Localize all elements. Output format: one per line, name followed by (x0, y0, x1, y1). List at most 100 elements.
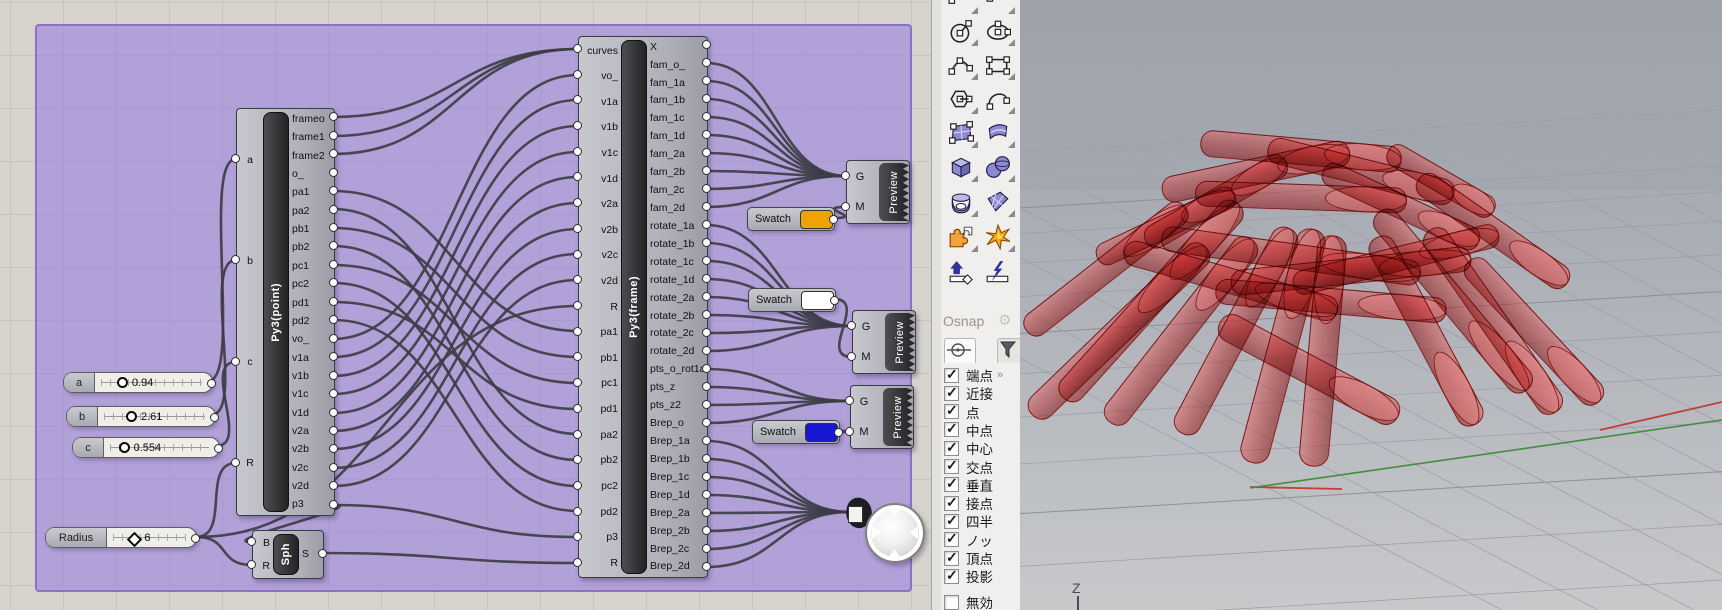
osnap-option-中心[interactable]: ✓中心 (944, 439, 993, 457)
output-port-Brep_2c[interactable] (702, 544, 711, 553)
osnap-option-ノッ[interactable]: ✓ノッ (944, 531, 993, 549)
osnap-option-頂点[interactable]: ✓頂点 (944, 549, 993, 567)
slider-rail[interactable]: 6 (107, 528, 196, 547)
output-port-rotate_2c[interactable] (702, 328, 711, 337)
output-port-rotate_2a[interactable] (702, 292, 711, 301)
wire[interactable] (196, 537, 252, 565)
wire[interactable] (333, 49, 578, 154)
preview-port-M[interactable] (845, 427, 854, 436)
flyout-arrow-icon[interactable] (971, 245, 978, 252)
checkbox[interactable]: ✓ (944, 496, 959, 511)
output-port-Brep_1c[interactable] (702, 472, 711, 481)
component-name-capsule[interactable]: Py3(frame) (621, 40, 647, 574)
checkbox[interactable]: ✓ (944, 514, 959, 529)
preview-port-M[interactable] (847, 352, 856, 361)
output-port-vo_[interactable] (329, 334, 338, 343)
wire[interactable] (706, 81, 846, 176)
wire[interactable] (208, 159, 236, 381)
flyout-arrow-icon[interactable] (1008, 141, 1015, 148)
checkbox[interactable]: ✓ (944, 404, 959, 419)
input-port-pa2[interactable] (573, 430, 582, 439)
swatch-output-port[interactable] (830, 296, 839, 305)
input-port-pa1[interactable] (573, 327, 582, 336)
osnap-option-中点[interactable]: ✓中点 (944, 421, 993, 439)
output-port-pts_z[interactable] (702, 382, 711, 391)
preview-name-capsule[interactable]: Preview (879, 163, 909, 221)
toolbar-button[interactable] (944, 222, 980, 254)
output-port-fam_2d[interactable] (702, 202, 711, 211)
knot-node[interactable] (848, 506, 863, 523)
input-port-pc2[interactable] (573, 481, 582, 490)
input-port-R[interactable] (573, 301, 582, 310)
colour-swatch-1[interactable]: Swatch (748, 288, 836, 312)
toolbar-button[interactable] (981, 118, 1017, 150)
preview-name-capsule[interactable]: Preview (885, 313, 915, 371)
output-port-v2a[interactable] (329, 426, 338, 435)
output-port-v2c[interactable] (329, 463, 338, 472)
rhino-viewport[interactable]: Z (1020, 0, 1722, 610)
input-port-curves[interactable] (573, 44, 582, 53)
checkbox[interactable]: ✓ (944, 459, 959, 474)
output-port-Brep_1b[interactable] (702, 454, 711, 463)
slider-output-port[interactable] (191, 534, 200, 543)
flyout-arrow-icon[interactable] (971, 175, 978, 182)
input-port-pd2[interactable] (573, 507, 582, 516)
flyout-arrow-icon[interactable] (971, 39, 978, 46)
component-name-capsule[interactable]: Py3(point) (263, 112, 289, 512)
output-port-pts_z2[interactable] (702, 400, 711, 409)
output-port-fam_1a[interactable] (702, 76, 711, 85)
flyout-arrow-icon[interactable] (971, 107, 978, 114)
flyout-arrow-icon[interactable] (1008, 7, 1015, 14)
preview-port-M[interactable] (841, 202, 850, 211)
flyout-arrow-icon[interactable] (1008, 73, 1015, 80)
output-port-Brep_1a[interactable] (702, 436, 711, 445)
output-port-fam_2c[interactable] (702, 184, 711, 193)
output-port-pa2[interactable] (329, 205, 338, 214)
osnap-option-四半[interactable]: ✓四半 (944, 512, 993, 530)
wire[interactable] (706, 243, 852, 326)
osnap-option-垂直[interactable]: ✓垂直 (944, 476, 993, 494)
output-port-Brep_o[interactable] (702, 418, 711, 427)
checkbox[interactable]: ✓ (944, 477, 959, 492)
checkbox[interactable] (944, 595, 959, 610)
preview-component-2[interactable]: GMPreview (850, 385, 914, 449)
output-port-v1c[interactable] (329, 389, 338, 398)
preview-port-G[interactable] (845, 396, 854, 405)
flyout-arrow-icon[interactable] (1008, 175, 1015, 182)
osnap-option-無効[interactable]: 無効 (944, 593, 993, 610)
checkbox[interactable]: ✓ (944, 569, 959, 584)
toolbar-button[interactable] (981, 50, 1017, 82)
output-port-pb1[interactable] (329, 223, 338, 232)
wire[interactable] (706, 441, 850, 512)
toolbar-button[interactable] (981, 187, 1017, 219)
toolbar-button[interactable] (944, 0, 980, 16)
toolbar-button[interactable] (944, 50, 980, 82)
flyout-arrow-icon[interactable] (971, 210, 978, 217)
flyout-arrow-icon[interactable] (1008, 210, 1015, 217)
input-port-B[interactable] (247, 537, 256, 546)
toolbar-button[interactable] (944, 187, 980, 219)
input-port-vo_[interactable] (573, 70, 582, 79)
checkbox[interactable]: ✓ (944, 422, 959, 437)
preview-component-0[interactable]: GMPreview (846, 160, 910, 224)
slider-rail[interactable]: 2.61 (98, 407, 215, 426)
flyout-arrow-icon[interactable] (1008, 39, 1015, 46)
osnap-option-接点[interactable]: ✓接点 (944, 494, 993, 512)
swatch-output-port[interactable] (834, 428, 843, 437)
wire[interactable] (706, 117, 846, 176)
output-port-pc1[interactable] (329, 260, 338, 269)
checkbox[interactable]: ✓ (944, 368, 959, 383)
osnap-option-近接[interactable]: ✓近接 (944, 384, 993, 402)
slider-knob[interactable] (126, 411, 137, 422)
input-port-v1c[interactable] (573, 147, 582, 156)
input-port-v2c[interactable] (573, 250, 582, 259)
wire[interactable] (706, 315, 852, 326)
osnap-option-点[interactable]: ✓点 (944, 403, 980, 421)
output-port-p3[interactable] (329, 500, 338, 509)
wire[interactable] (706, 369, 850, 401)
component-py3_point[interactable]: abcRPy3(point)frameoframe1frame2o_pa1pa2… (236, 108, 335, 516)
output-port-fam_1c[interactable] (702, 112, 711, 121)
swatch-colour-well[interactable] (800, 210, 833, 229)
flyout-arrow-icon[interactable] (971, 73, 978, 80)
input-port-v1b[interactable] (573, 121, 582, 130)
